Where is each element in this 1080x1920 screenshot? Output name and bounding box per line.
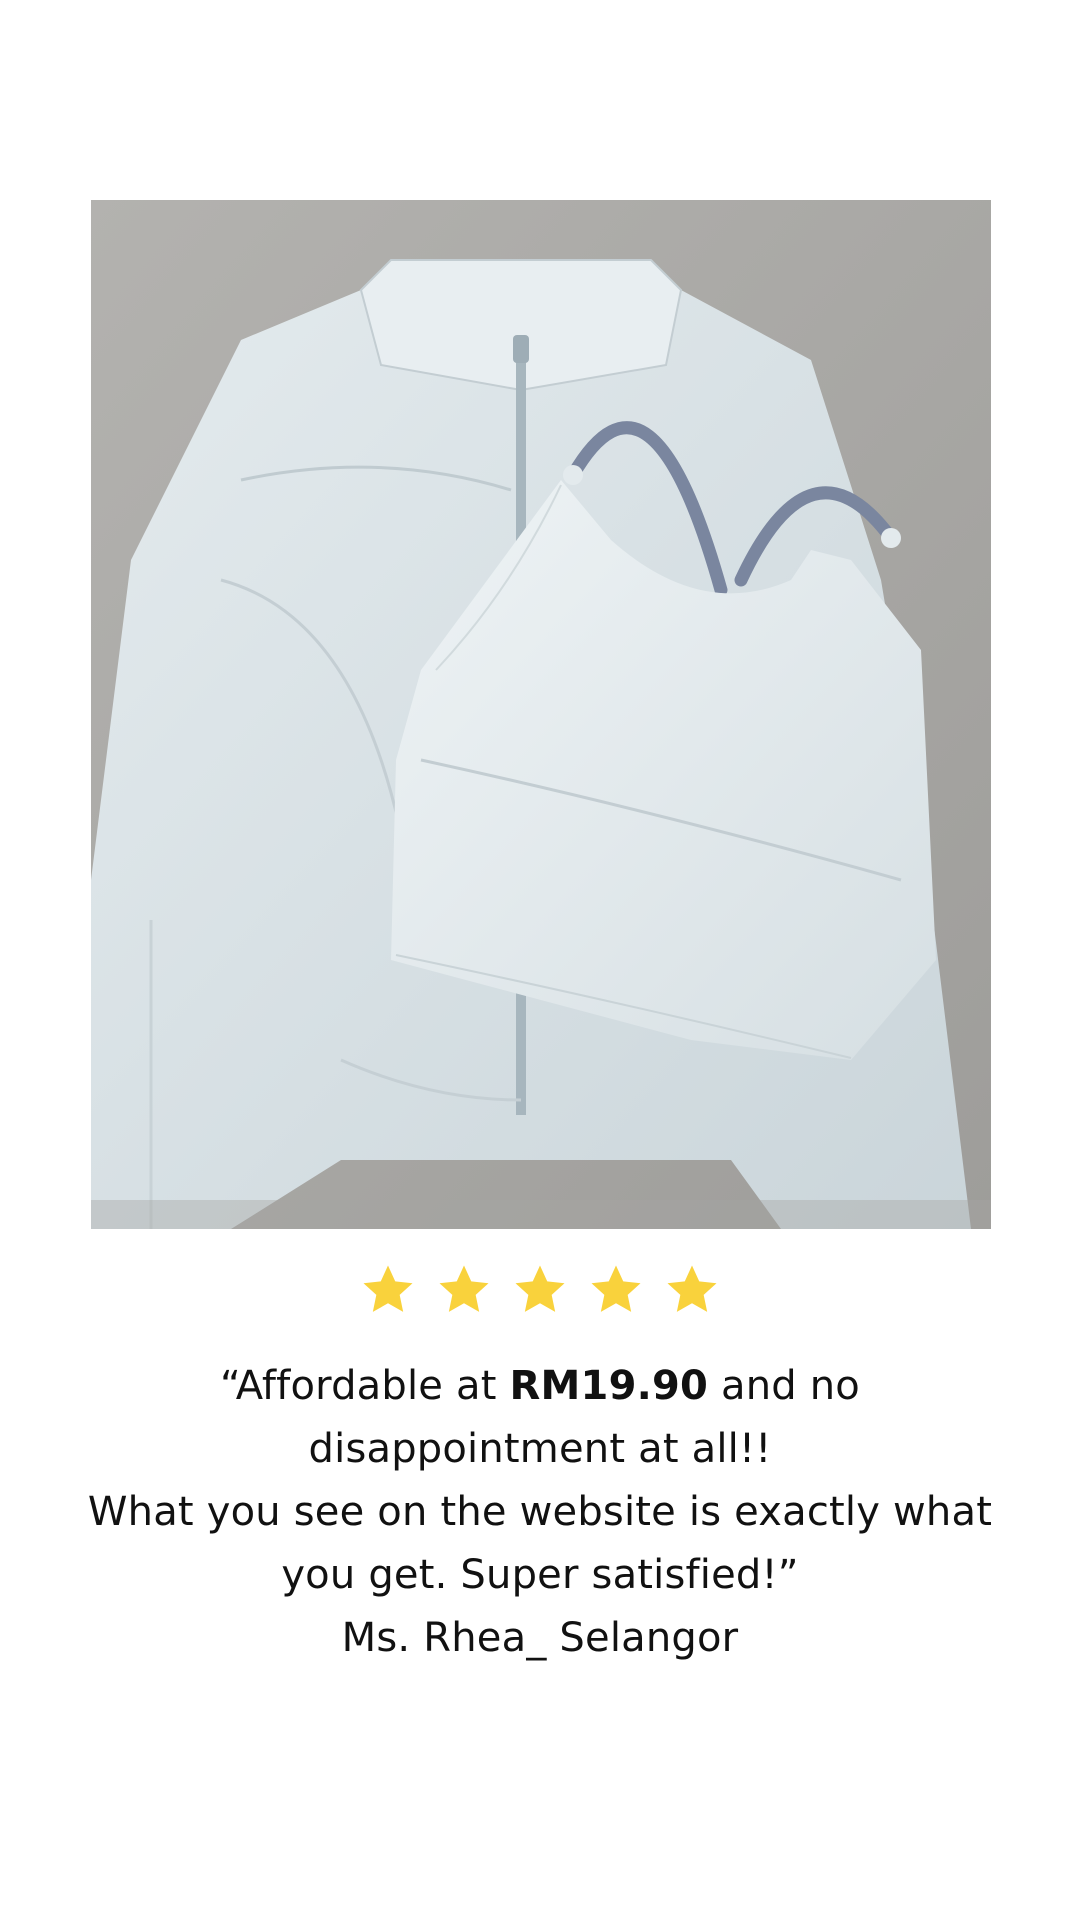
- review-line-1: “Affordable at RM19.90 and no: [60, 1355, 1020, 1418]
- review-line-1-start: “Affordable at: [220, 1363, 510, 1409]
- product-photo: [91, 200, 991, 1229]
- review-line-2: disappointment at all!!: [308, 1426, 772, 1472]
- review-author: Ms. Rhea_ Selangor: [341, 1615, 739, 1661]
- star-icon: [363, 1265, 413, 1312]
- star-icon: [515, 1265, 565, 1312]
- review-line-1-end: and no: [708, 1363, 860, 1409]
- review-line-4: you get. Super satisfied!”: [281, 1552, 799, 1598]
- review-price: RM19.90: [509, 1363, 709, 1409]
- star-icon: [439, 1265, 489, 1312]
- star-icon: [667, 1265, 717, 1312]
- product-photo-illustration: [91, 200, 991, 1229]
- review-text: “Affordable at RM19.90 and no disappoint…: [60, 1355, 1020, 1670]
- review-line-3: What you see on the website is exactly w…: [87, 1489, 993, 1535]
- star-icon: [591, 1265, 641, 1312]
- star-rating: [0, 1262, 1080, 1318]
